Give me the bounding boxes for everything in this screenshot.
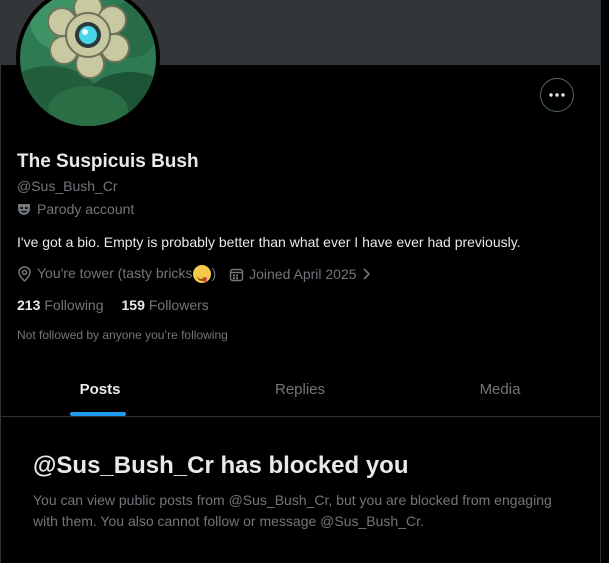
following-count: 213 (17, 297, 41, 313)
more-horizontal-icon (549, 93, 565, 97)
location-pin-icon (18, 266, 31, 283)
following-link[interactable]: 213 Following (17, 297, 104, 313)
tab-replies[interactable]: Replies (200, 362, 400, 416)
location-text: You're tower (tasty bricks (37, 265, 193, 281)
blocked-title: @Sus_Bush_Cr has blocked you (33, 452, 409, 479)
joined-date[interactable]: Joined April 2025 (229, 266, 370, 283)
tab-posts[interactable]: Posts (0, 362, 200, 416)
followers-label: Followers (148, 297, 209, 313)
parody-label: Parody account (17, 201, 134, 217)
profile-handle: @Sus_Bush_Cr (17, 178, 118, 194)
parody-label-text: Parody account (37, 201, 135, 217)
tab-media[interactable]: Media (400, 362, 600, 416)
following-label: Following (44, 297, 104, 313)
not-followed-notice: Not followed by anyone you’re following (17, 328, 228, 342)
mask-icon (18, 204, 30, 215)
active-tab-indicator (70, 412, 126, 416)
calendar-icon (229, 268, 244, 281)
profile-tabs: Posts Replies Media (0, 362, 600, 417)
followers-count: 159 (121, 297, 145, 313)
followers-link[interactable]: 159 Followers (122, 297, 209, 313)
more-options-button[interactable] (540, 78, 574, 112)
profile-name: The Suspicuis Bush (17, 151, 199, 172)
blocked-message: You can view public posts from @Sus_Bush… (33, 492, 552, 529)
tab-media-label: Media (479, 380, 521, 398)
joined-text: Joined April 2025 (249, 266, 357, 283)
location-suffix: ) (211, 265, 217, 281)
column-divider-left (0, 0, 1, 563)
tab-replies-label: Replies (274, 380, 326, 398)
avatar-frame[interactable] (16, 0, 160, 130)
profile-bio: I've got a bio. Empty is probably better… (17, 234, 521, 250)
avatar-image (20, 0, 156, 126)
location: You're tower (tasty bricks) (17, 265, 217, 284)
chevron-right-icon (362, 268, 370, 280)
profile-meta: You're tower (tasty bricks) Joined April… (17, 265, 370, 284)
yum-face-emoji-icon (193, 265, 212, 284)
sidebar-gutter (601, 0, 609, 563)
follow-counts: 213 Following 159 Followers (17, 297, 209, 313)
avatar[interactable] (20, 0, 156, 126)
tab-posts-label: Posts (79, 380, 121, 398)
